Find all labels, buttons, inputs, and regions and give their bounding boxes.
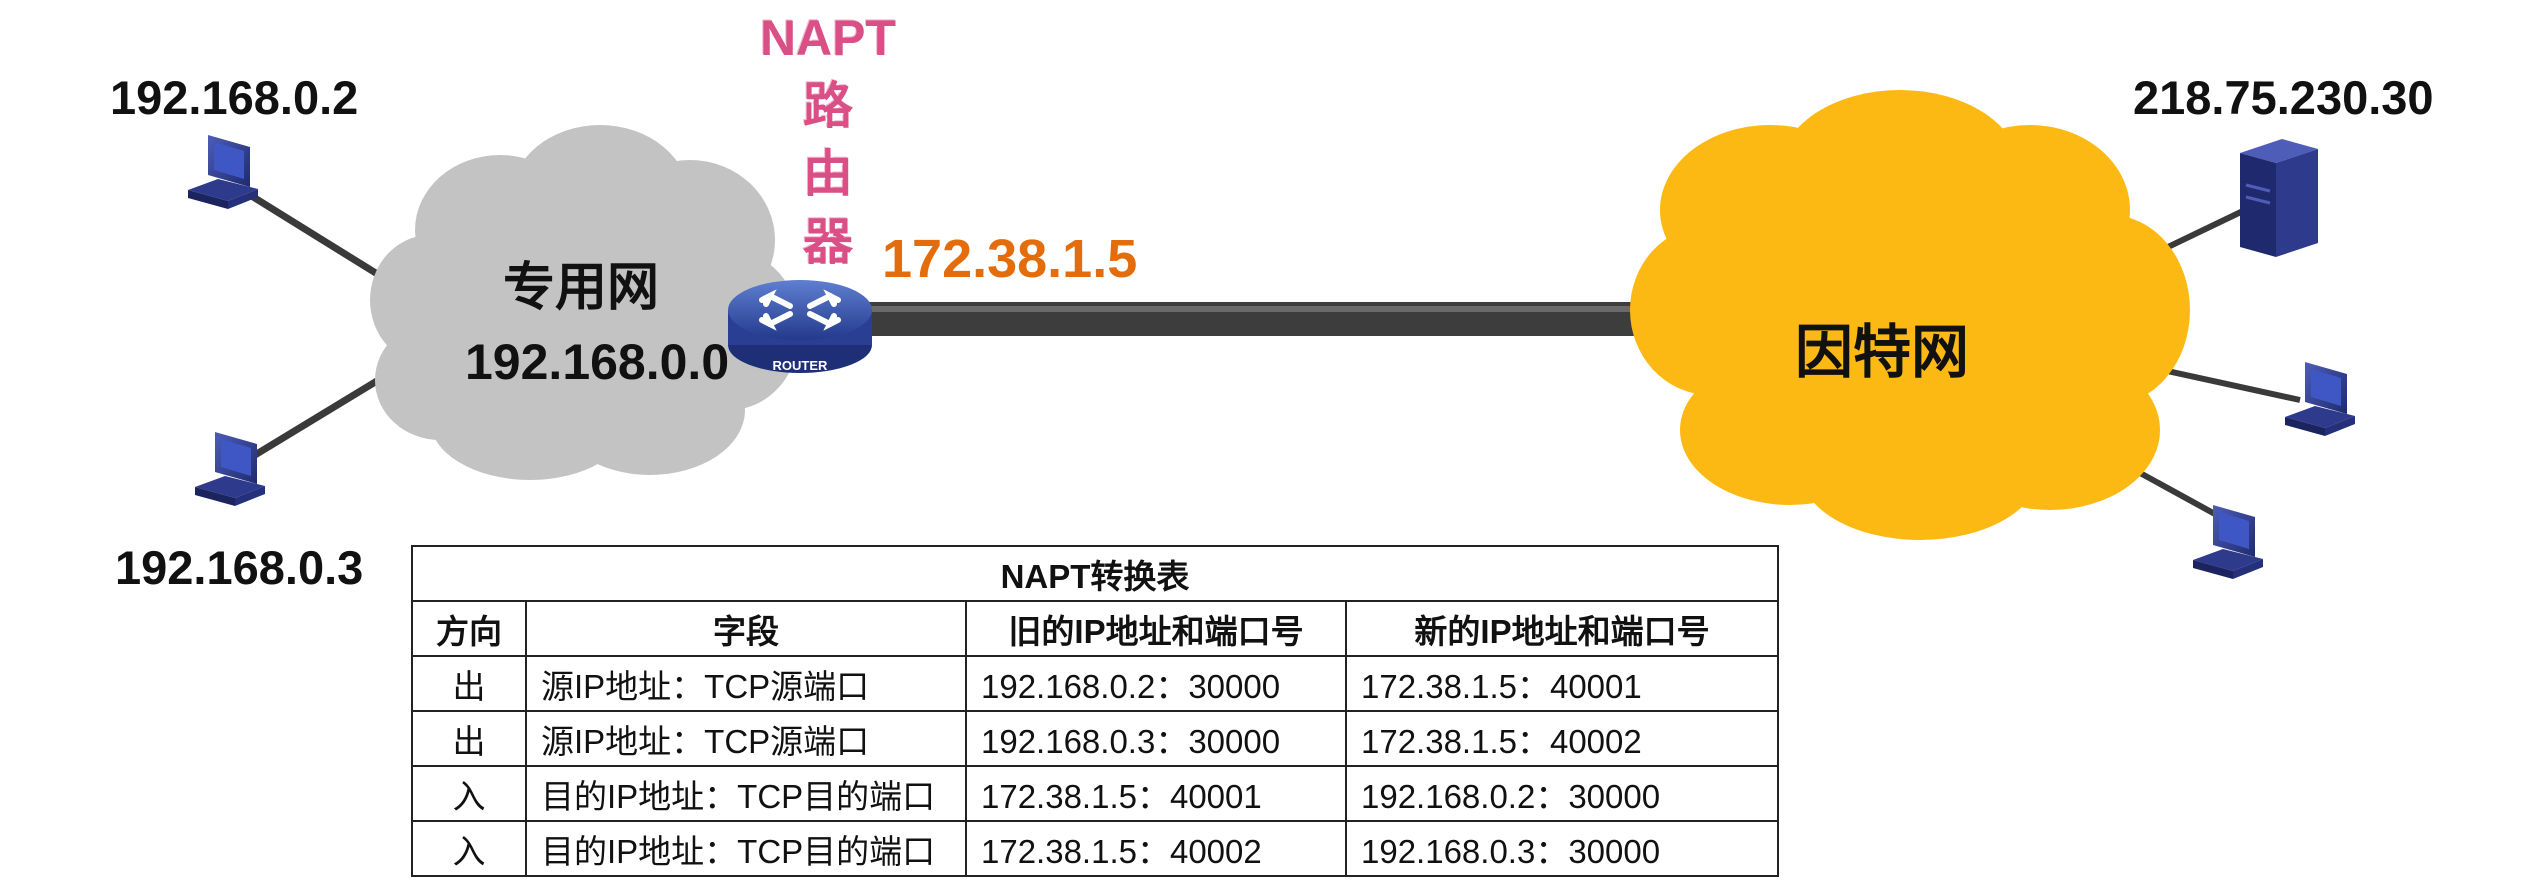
table-row: 入 目的IP地址：TCP目的端口 172.38.1.5：40001 192.16… [411,765,1780,822]
table-cell: 目的IP地址：TCP目的端口 [525,820,967,877]
column-header: 新的IP地址和端口号 [1344,600,1780,657]
column-header: 字段 [525,600,967,657]
column-header: 方向 [411,600,527,657]
table-cell: 目的IP地址：TCP目的端口 [525,765,967,822]
computer-icon-top-left [188,135,258,209]
table-caption-row: NAPT转换表 [410,545,1780,602]
router-title-line: 由 [803,146,853,202]
router-ip: 172.38.1.5 [882,229,1138,289]
wan-link-highlight [860,306,1680,312]
link-host-top-left [248,192,397,288]
server-ip: 218.75.230.30 [2133,71,2434,124]
table-cell: 入 [411,820,527,877]
table-cell: 192.168.0.3：30000 [1344,820,1780,877]
table-cell: 入 [411,765,527,822]
table-cell: 192.168.0.3：30000 [965,710,1347,767]
table-cell: 172.38.1.5：40001 [1344,655,1780,712]
router-icon-text: ROUTER [773,358,829,373]
link-host-bottom-left [253,367,397,458]
computer-icon-right-bottom [2193,505,2263,579]
private-network-name: 专用网 [503,259,660,317]
internet-name: 因特网 [1795,320,1970,385]
router-title-line: 路 [803,78,853,134]
table-caption: NAPT转换表 [410,545,1780,602]
table-cell: 172.38.1.5：40002 [965,820,1347,877]
private-network-address: 192.168.0.0 [465,334,730,390]
router-title-line: NAPT [759,10,897,66]
column-header: 旧的IP地址和端口号 [965,600,1347,657]
table-header-row: 方向 字段 旧的IP地址和端口号 新的IP地址和端口号 [411,600,1780,657]
table-row: 出 源IP地址：TCP源端口 192.168.0.2：30000 172.38.… [411,655,1780,712]
computer-icon-bottom-left [195,432,265,506]
table-cell: 172.38.1.5：40002 [1344,710,1780,767]
host-ip-bottom-left: 192.168.0.3 [115,541,364,594]
host-ip-top-left: 192.168.0.2 [110,71,359,124]
napt-translation-table: NAPT转换表 方向 字段 旧的IP地址和端口号 新的IP地址和端口号 出 源I… [410,545,1780,877]
table-cell: 出 [411,710,527,767]
table-cell: 源IP地址：TCP源端口 [525,710,967,767]
table-cell: 172.38.1.5：40001 [965,765,1347,822]
table-cell: 源IP地址：TCP源端口 [525,655,967,712]
table-cell: 192.168.0.2：30000 [965,655,1347,712]
table-cell: 192.168.0.2：30000 [1344,765,1780,822]
table-cell: 出 [411,655,527,712]
server-icon [2240,139,2318,257]
table-row: 入 目的IP地址：TCP目的端口 172.38.1.5：40002 192.16… [411,820,1780,877]
router-icon: ROUTER [728,280,872,373]
table-row: 出 源IP地址：TCP源端口 192.168.0.3：30000 172.38.… [411,710,1780,767]
